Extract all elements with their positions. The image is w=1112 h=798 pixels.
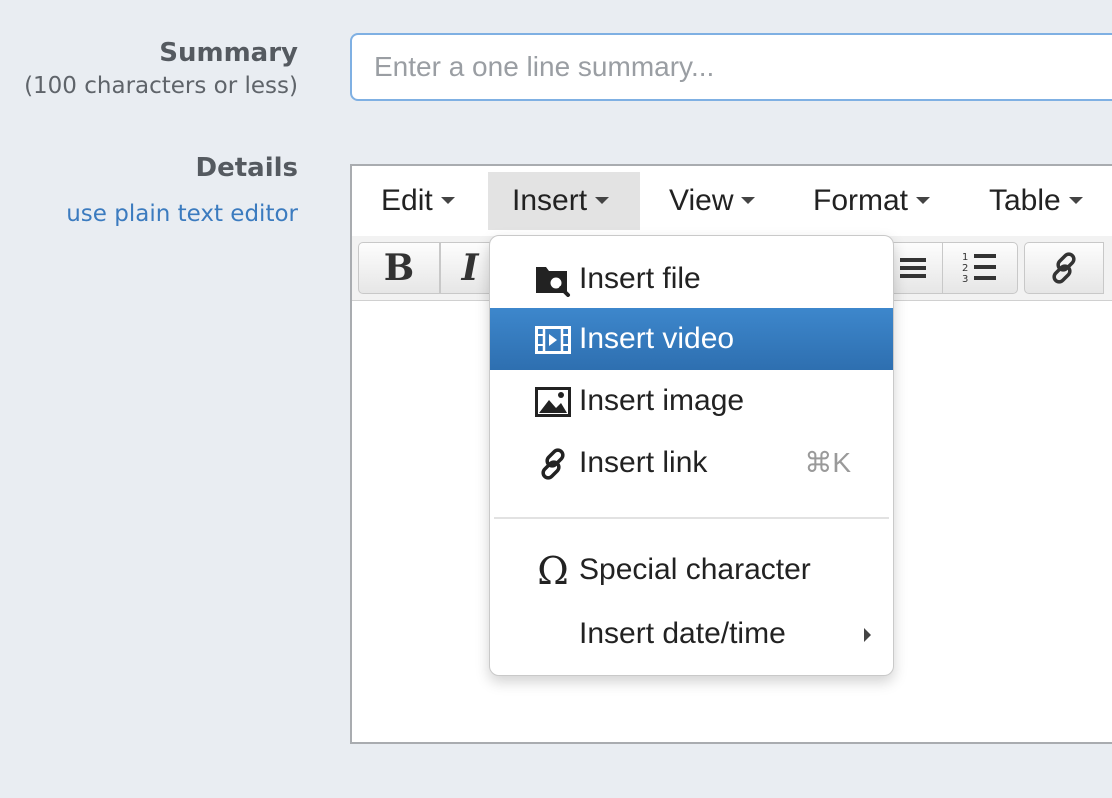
menu-item-insert-image[interactable]: Insert image [490,370,893,432]
use-plain-text-editor-link[interactable]: use plain text editor [66,201,298,227]
image-icon [534,383,572,421]
details-label: Details [195,153,299,183]
film-icon [534,321,572,359]
menu-item-label: Insert video [579,322,735,355]
svg-text:3: 3 [962,274,968,285]
summary-input[interactable] [350,33,1112,101]
summary-label: Summary [159,38,298,68]
svg-text:1: 1 [962,252,968,263]
menu-item-insert-file[interactable]: Insert file [490,248,893,310]
link-button[interactable] [1024,242,1104,294]
menu-item-insert-video[interactable]: Insert video [490,308,893,370]
menu-insert-label: Insert [512,184,588,217]
menu-insert[interactable]: Insert [488,172,640,230]
menu-format-label: Format [813,184,909,217]
menu-item-insert-date-time[interactable]: Insert date/time [490,603,893,665]
bold-icon: B [383,247,415,289]
menu-view[interactable]: View [669,172,756,230]
bullet-list-icon [899,258,926,278]
menu-item-label: Insert image [579,384,745,417]
summary-character-limit-hint: (100 characters or less) [24,73,298,99]
menu-item-insert-link[interactable]: Insert link ⌘K [490,432,893,494]
chevron-down-icon [1068,196,1083,204]
svg-text:2: 2 [962,263,968,274]
menu-table[interactable]: Table [989,172,1083,230]
chevron-down-icon [741,196,756,204]
menu-item-label: Special character [579,553,811,586]
italic-icon: I [461,247,479,289]
keyboard-shortcut: ⌘K [804,447,851,478]
menu-item-label: Insert date/time [579,617,786,650]
chevron-down-icon [595,196,610,204]
insert-dropdown-menu: Insert file Insert video Insert image In… [489,235,894,676]
link-icon [1052,252,1076,284]
menu-format[interactable]: Format [813,172,931,230]
menu-view-label: View [669,184,734,217]
folder-search-icon [534,261,572,299]
editor-menubar: Edit Insert View Format Table [352,166,1112,236]
chevron-down-icon [440,196,455,204]
omega-icon: Ω [537,549,569,593]
menu-item-label: Insert file [579,262,701,295]
bold-button[interactable]: B [358,242,440,294]
menu-item-special-character[interactable]: Ω Special character [490,539,893,601]
link-icon [534,445,572,483]
numbered-list-icon: 1 2 3 [962,252,996,285]
chevron-down-icon [916,196,931,204]
menu-item-label: Insert link [579,446,708,479]
menu-divider [494,517,889,519]
menu-table-label: Table [989,184,1061,217]
submenu-arrow-icon [864,628,871,642]
menu-edit-label: Edit [381,184,433,217]
numbered-list-button[interactable]: 1 2 3 [942,242,1018,294]
menu-edit[interactable]: Edit [381,172,455,230]
